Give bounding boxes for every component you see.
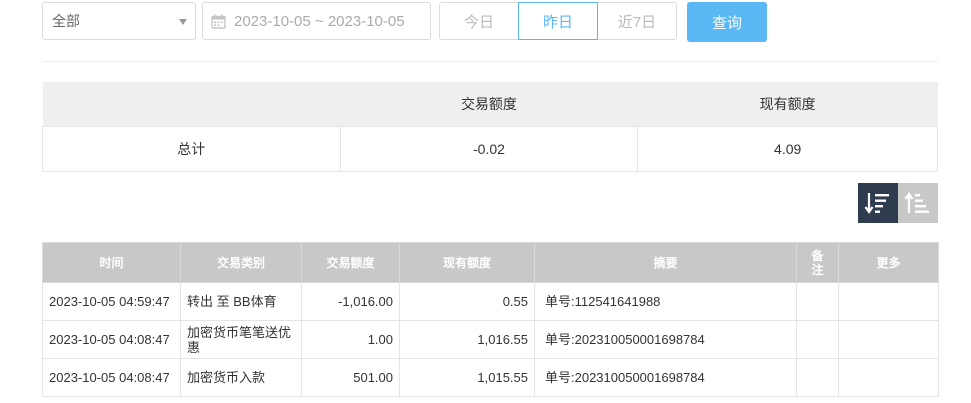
summary-total-row: 总计 -0.02 4.09 [42, 126, 938, 172]
row-note [796, 358, 839, 397]
row-amount: 501.00 [301, 358, 400, 397]
table-row: 2023-10-05 04:08:47 加密货币笔笔送优惠 1.00 1,016… [42, 320, 939, 359]
sort-desc-icon [864, 191, 892, 215]
column-header-more[interactable]: 更多 [838, 242, 939, 283]
quick-range-yesterday-button[interactable]: 昨日 [518, 2, 598, 40]
calendar-icon [211, 14, 226, 29]
sort-desc-button[interactable] [858, 183, 898, 223]
row-more[interactable] [838, 320, 939, 359]
quick-range-today-button[interactable]: 今日 [439, 2, 519, 40]
column-header-amount[interactable]: 交易额度 [301, 242, 400, 283]
row-type: 转出 至 BB体育 [180, 282, 302, 321]
row-balance: 1,015.55 [399, 358, 535, 397]
row-more[interactable] [838, 282, 939, 321]
date-range-value: 2023-10-05 ~ 2023-10-05 [234, 12, 405, 30]
row-time: 2023-10-05 04:08:47 [42, 320, 181, 359]
table-row: 2023-10-05 04:08:47 加密货币入款 501.00 1,015.… [42, 358, 939, 397]
row-balance: 1,016.55 [399, 320, 535, 359]
column-header-balance[interactable]: 现有额度 [399, 242, 535, 283]
sort-asc-button[interactable] [898, 183, 938, 223]
records-table: 时间 交易类别 交易额度 现有额度 摘要 备注 更多 2023-10-05 04… [42, 242, 939, 397]
category-select-value: 全部 [52, 13, 80, 29]
row-summary: 单号:112541641988 [534, 282, 797, 321]
row-balance: 0.55 [399, 282, 535, 321]
summary-header-balance: 现有额度 [637, 82, 938, 127]
row-summary: 单号:202310050001698784 [534, 320, 797, 359]
row-type: 加密货币笔笔送优惠 [180, 320, 302, 359]
row-amount: -1,016.00 [301, 282, 400, 321]
summary-table: 交易额度 现有额度 总计 -0.02 4.09 [42, 82, 938, 172]
date-range-input[interactable]: 2023-10-05 ~ 2023-10-05 [202, 2, 431, 40]
summary-header-blank [42, 82, 341, 127]
summary-header-row: 交易额度 现有额度 [42, 82, 938, 127]
column-header-summary[interactable]: 摘要 [534, 242, 797, 283]
row-summary: 单号:202310050001698784 [534, 358, 797, 397]
records-header-row: 时间 交易类别 交易额度 现有额度 摘要 备注 更多 [42, 242, 939, 283]
divider [42, 61, 938, 62]
summary-header-trade-amount: 交易额度 [340, 82, 638, 127]
table-row: 2023-10-05 04:59:47 转出 至 BB体育 -1,016.00 … [42, 282, 939, 321]
sort-asc-icon [904, 191, 932, 215]
category-select[interactable]: 全部 [42, 2, 196, 40]
column-header-note[interactable]: 备注 [796, 242, 839, 283]
row-time: 2023-10-05 04:59:47 [42, 282, 181, 321]
chevron-down-icon [179, 19, 187, 25]
summary-total-balance: 4.09 [637, 126, 938, 172]
row-more[interactable] [838, 358, 939, 397]
column-header-time[interactable]: 时间 [42, 242, 181, 283]
quick-range-7days-button[interactable]: 近7日 [597, 2, 677, 40]
row-note [796, 320, 839, 359]
summary-total-label: 总计 [42, 126, 341, 172]
column-header-type[interactable]: 交易类别 [180, 242, 302, 283]
query-button[interactable]: 查询 [687, 2, 767, 42]
row-type: 加密货币入款 [180, 358, 302, 397]
row-note [796, 282, 839, 321]
summary-total-trade-amount: -0.02 [339, 126, 639, 172]
row-time: 2023-10-05 04:08:47 [42, 358, 181, 397]
quick-range-group: 今日 昨日 近7日 [439, 2, 677, 40]
row-amount: 1.00 [301, 320, 400, 359]
